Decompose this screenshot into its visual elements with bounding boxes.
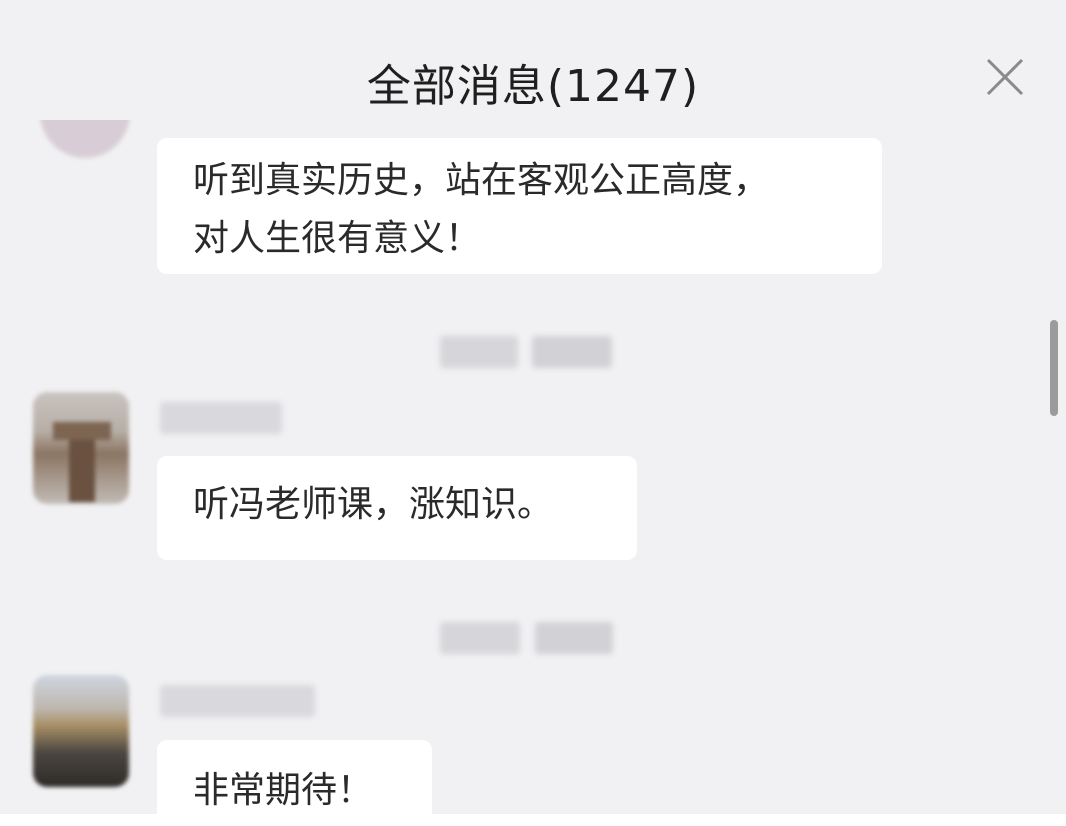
scrollbar[interactable] bbox=[1050, 320, 1058, 430]
message-bubble: 听到真实历史，站在客观公正高度， 对人生很有意义！ bbox=[157, 138, 882, 274]
panel-title: 全部消息(1247) bbox=[366, 61, 700, 112]
message-timestamp bbox=[440, 330, 615, 370]
bottom-edge bbox=[0, 814, 1066, 826]
sender-name bbox=[160, 392, 285, 436]
message-timestamp bbox=[440, 616, 615, 656]
message-text: 听冯老师课，涨知识。 bbox=[193, 484, 554, 525]
close-button[interactable] bbox=[984, 56, 1026, 98]
message-text: 听到真实历史，站在客观公正高度， bbox=[193, 160, 770, 201]
message-bubble: 听冯老师课，涨知识。 bbox=[157, 456, 637, 560]
message-text: 非常期待！ bbox=[193, 770, 374, 811]
avatar bbox=[33, 392, 129, 504]
message-text: 对人生很有意义！ bbox=[193, 218, 482, 259]
message-list[interactable]: 听到真实历史，站在客观公正高度， 对人生很有意义！ 听冯老师课，涨知识。 非常期… bbox=[0, 120, 1066, 826]
sender-name bbox=[160, 675, 320, 721]
avatar bbox=[40, 120, 130, 158]
avatar bbox=[33, 675, 129, 787]
scrollbar-thumb[interactable] bbox=[1050, 320, 1058, 416]
close-icon bbox=[986, 58, 1024, 96]
messages-panel: 全部消息(1247) 听到真实历史，站在客观公正高度， 对人生很有意义！ 听冯老… bbox=[0, 0, 1066, 826]
